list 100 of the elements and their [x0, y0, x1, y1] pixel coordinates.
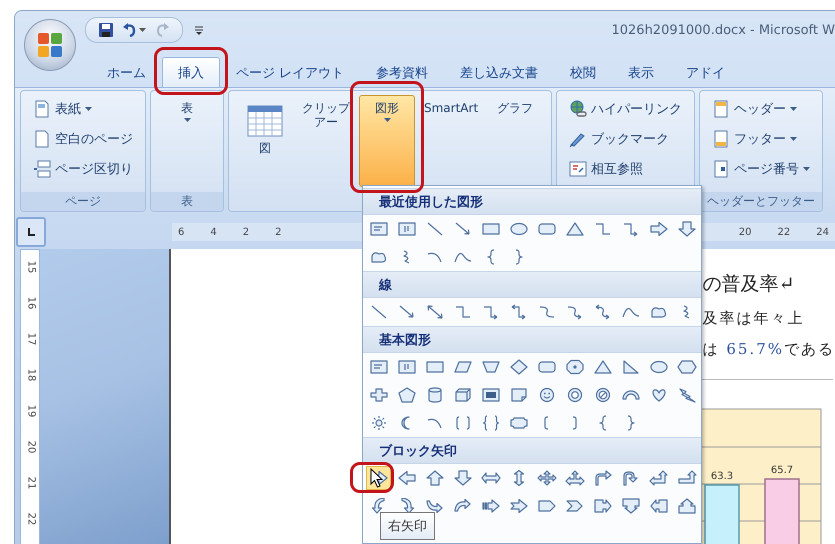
- ruler-number: 22: [24, 512, 37, 526]
- up-arrow-callout-icon: [676, 498, 696, 514]
- ruler-number: 6: [178, 226, 184, 238]
- rectangle-icon: [480, 221, 500, 237]
- left-bracket-icon: [544, 416, 549, 430]
- ribbon-button[interactable]: 図形: [359, 95, 415, 187]
- ribbon-button[interactable]: 空白のページ: [29, 125, 137, 153]
- vertical-textbox-icon: [396, 359, 416, 375]
- ruler-number: 16: [24, 296, 37, 310]
- ribbon-button[interactable]: グラフ: [487, 95, 544, 187]
- pentagon-arrow-icon: [536, 498, 556, 514]
- ruler-number: 4: [210, 226, 217, 238]
- ribbon-button[interactable]: SmartArt: [419, 95, 484, 187]
- ruler-number: 21: [24, 476, 37, 490]
- ribbon-button[interactable]: クリップアー: [297, 95, 355, 187]
- group-label: ヘッダーとフッター: [700, 192, 822, 211]
- ribbon-button[interactable]: 相互参照: [565, 155, 686, 183]
- document-text: は 65.7%である: [702, 340, 835, 359]
- ruler-number: 20: [738, 226, 752, 238]
- group-label: 表: [151, 192, 223, 211]
- triangle-icon: [564, 221, 584, 237]
- bent-up-arrow-icon: [676, 470, 696, 486]
- page-number-icon: [712, 160, 730, 178]
- double-arrow-line-icon: [424, 304, 444, 320]
- window-title: 1026h2091000.docx - Microsoft W: [611, 22, 835, 38]
- document-heading: の普及率↵: [702, 272, 796, 297]
- hexagon-icon: [676, 359, 696, 375]
- quad-arrow-icon: [536, 470, 556, 486]
- ribbon-button[interactable]: ヘッダー: [708, 95, 814, 123]
- curved-up-arrow-icon: [424, 498, 444, 514]
- value-label: 63.3: [710, 471, 733, 482]
- mouse-pointer-icon: [370, 468, 383, 488]
- left-arrow-icon: [396, 470, 416, 486]
- section-header: 基本図形: [363, 326, 701, 353]
- ribbon-tab[interactable]: 校閲: [554, 57, 612, 87]
- double-brace-icon: [480, 415, 500, 431]
- triangle-icon: [592, 359, 612, 375]
- cube-icon: [452, 387, 472, 403]
- right-triangle-icon: [620, 359, 640, 375]
- oval-icon: [648, 359, 668, 375]
- plaque-icon: [508, 415, 528, 431]
- ruler-number: 22: [778, 226, 790, 238]
- office-button[interactable]: [24, 19, 76, 71]
- left-arrow-callout-icon: [648, 498, 668, 514]
- ribbon-button[interactable]: ページ番号: [708, 155, 814, 183]
- textbox-icon: [368, 221, 388, 237]
- ruler-number: 20: [24, 440, 37, 454]
- left-right-arrow-icon: [480, 470, 500, 486]
- curved-down-arrow-icon: [452, 498, 472, 514]
- ribbon-tab[interactable]: 参考資料: [360, 57, 444, 87]
- globe-link-icon: [569, 100, 588, 118]
- tab-selector-button[interactable]: [16, 217, 46, 247]
- u-turn-arrow-icon: [620, 470, 640, 486]
- cross-reference-icon: [569, 160, 588, 178]
- down-arrow-icon: [452, 470, 472, 486]
- ribbon-button[interactable]: ブックマーク: [565, 125, 686, 153]
- ribbon-tab[interactable]: 挿入: [162, 57, 220, 87]
- ribbon-tab[interactable]: ホーム: [91, 57, 162, 87]
- rounded-rectangle-icon: [536, 359, 556, 375]
- ruler-number: 19: [24, 404, 37, 418]
- ruler-number: 17: [24, 332, 37, 346]
- ribbon-tab[interactable]: 表示: [612, 57, 670, 87]
- tab-stop-icon: [26, 227, 36, 237]
- folded-corner-icon: [508, 387, 528, 403]
- section-header: ブロック矢印: [363, 437, 701, 464]
- ribbon-tab[interactable]: 差し込み文書: [444, 57, 554, 87]
- right-arrow-callout-icon: [592, 498, 612, 514]
- footer-icon: [712, 130, 730, 148]
- right-bracket-icon: [572, 416, 577, 430]
- ribbon-button[interactable]: 表紙: [29, 95, 137, 123]
- header-icon: [712, 100, 730, 118]
- ribbon-button[interactable]: 図: [237, 95, 293, 187]
- ribbon-button[interactable]: フッター: [708, 125, 814, 153]
- ruler-number: 24: [816, 226, 829, 238]
- section-header: 線: [363, 271, 701, 298]
- pentagon-icon: [396, 387, 416, 403]
- cross-icon: [368, 387, 388, 403]
- notched-right-arrow-icon: [508, 498, 528, 514]
- page-break-icon: [33, 160, 51, 178]
- rounded-rectangle-icon: [536, 221, 556, 237]
- ruler-number: 2: [242, 226, 250, 238]
- lightning-icon: [676, 387, 696, 403]
- left-right-up-arrow-icon: [564, 470, 584, 486]
- down-arrow-callout-icon: [620, 498, 640, 514]
- ribbon-button[interactable]: ハイパーリンク: [565, 95, 686, 123]
- trapezoid-icon: [480, 359, 500, 375]
- ribbon-tab[interactable]: アドイ: [670, 57, 742, 87]
- ruler-number: 15: [24, 260, 37, 274]
- bent-arrow-icon: [592, 470, 612, 486]
- ribbon-button[interactable]: 表: [159, 95, 215, 187]
- document-text: 及率は年々上: [702, 309, 806, 328]
- vertical-textbox-icon: [396, 221, 416, 237]
- ribbon-button[interactable]: ページ区切り: [29, 155, 137, 183]
- right-brace-icon: [514, 249, 522, 265]
- cover-page-icon: [33, 100, 51, 118]
- ribbon-tab[interactable]: ページ レイアウト: [220, 57, 360, 87]
- customize-icon[interactable]: [193, 24, 205, 36]
- ruler-number: 2: [275, 226, 282, 238]
- bar: [764, 478, 800, 544]
- value-label: 65.7: [770, 465, 793, 476]
